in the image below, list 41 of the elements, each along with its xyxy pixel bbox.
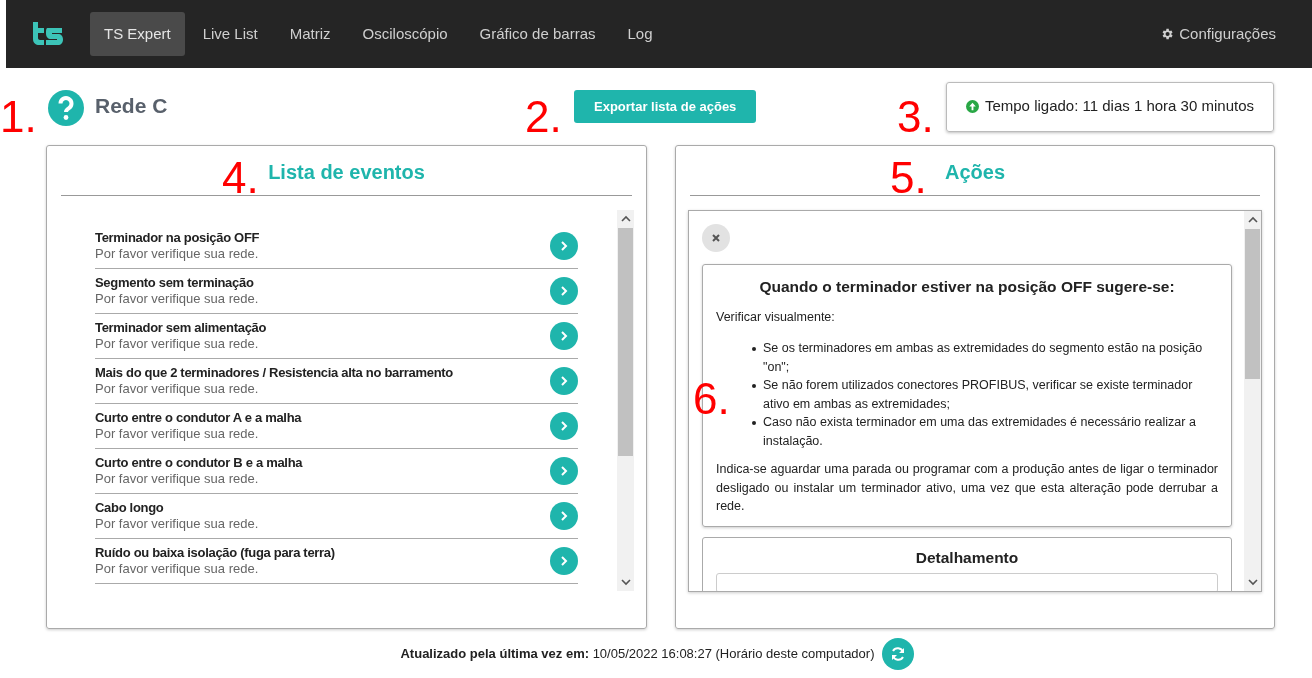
event-title: Mais do que 2 terminadores / Resistencia alta no barramento (95, 365, 454, 381)
event-subtitle: Por favor verifique sua rede. (95, 426, 260, 442)
nav-tab[interactable]: Log (613, 12, 667, 56)
bullet-text: Caso não exista terminador em uma das extremidades é necessário realizar a instalação. (763, 414, 1197, 450)
bullet-text: Se os terminadores em ambas as extremidades do segmento estão na posição "on"; (763, 340, 1204, 376)
event-subtitle: Por favor verifique sua rede. (95, 561, 260, 577)
event-subtitle: Por favor verifique sua rede. (95, 291, 260, 307)
event-title: Terminador sem alimentação (95, 320, 268, 336)
event-subtitle: Por favor verifique sua rede. (95, 471, 260, 487)
event-title: Curto entre o condutor A e a malha (95, 410, 303, 426)
annotation-number: 2. (525, 94, 563, 139)
network-name: Rede C (95, 92, 168, 119)
event-title: Ruído ou baixa isolação (fuga para terra) (95, 545, 336, 561)
panel-title: Lista de eventos (268, 159, 425, 185)
nav-tab[interactable]: Gráfico de barras (465, 12, 610, 56)
event-title: Curto entre o condutor B e a malha (95, 455, 304, 471)
nav-tab[interactable]: TS Expert (90, 12, 185, 56)
intro-text: Verificar visualmente: (716, 309, 836, 327)
annotation-number: 4. (222, 156, 259, 200)
nav-tab[interactable]: Live List (188, 12, 272, 56)
nav-tab[interactable]: Matriz (275, 12, 345, 56)
event-title: Terminador na posição OFF (95, 230, 261, 246)
uptime-text: Tempo ligado: 11 dias 1 hora 30 minutos (984, 96, 1254, 117)
annotation-number: 1. (0, 94, 38, 139)
event-subtitle: Por favor verifique sua rede. (95, 516, 260, 532)
event-subtitle: Por favor verifique sua rede. (95, 381, 260, 397)
card-title: Detalhamento (914, 547, 1020, 568)
event-title: Segmento sem terminação (95, 275, 255, 291)
annotation-number: 3. (896, 94, 935, 139)
panel-title: Ações (945, 159, 1005, 185)
event-title: Cabo longo (95, 500, 165, 516)
last-updated-text: Atualizado pela última vez em: 10/05/2022 16:08:27 (Horário deste computador) (400, 645, 875, 664)
event-subtitle: Por favor verifique sua rede. (95, 246, 260, 262)
event-subtitle: Por favor verifique sua rede. (95, 336, 260, 352)
card-title: Quando o terminador estiver na posição OFF sugere-se: (758, 277, 1176, 297)
annotation-number: 5. (890, 156, 927, 200)
bullet-text: Se não forem utilizados conectores PROFIBUS, verificar se existe terminador ativo em ambas as extremidades; (763, 377, 1194, 413)
settings-link[interactable]: Configurações (1160, 22, 1276, 46)
note-text: Indica-se aguardar uma parada ou programar com a produção antes de ligar o terminador desligado ou instalar um terminador ativo, uma vez que esta alteração pode derrubar a rede. (716, 461, 1218, 515)
nav-tab[interactable]: Osciloscópio (348, 12, 462, 56)
annotation-number: 6. (693, 377, 730, 421)
